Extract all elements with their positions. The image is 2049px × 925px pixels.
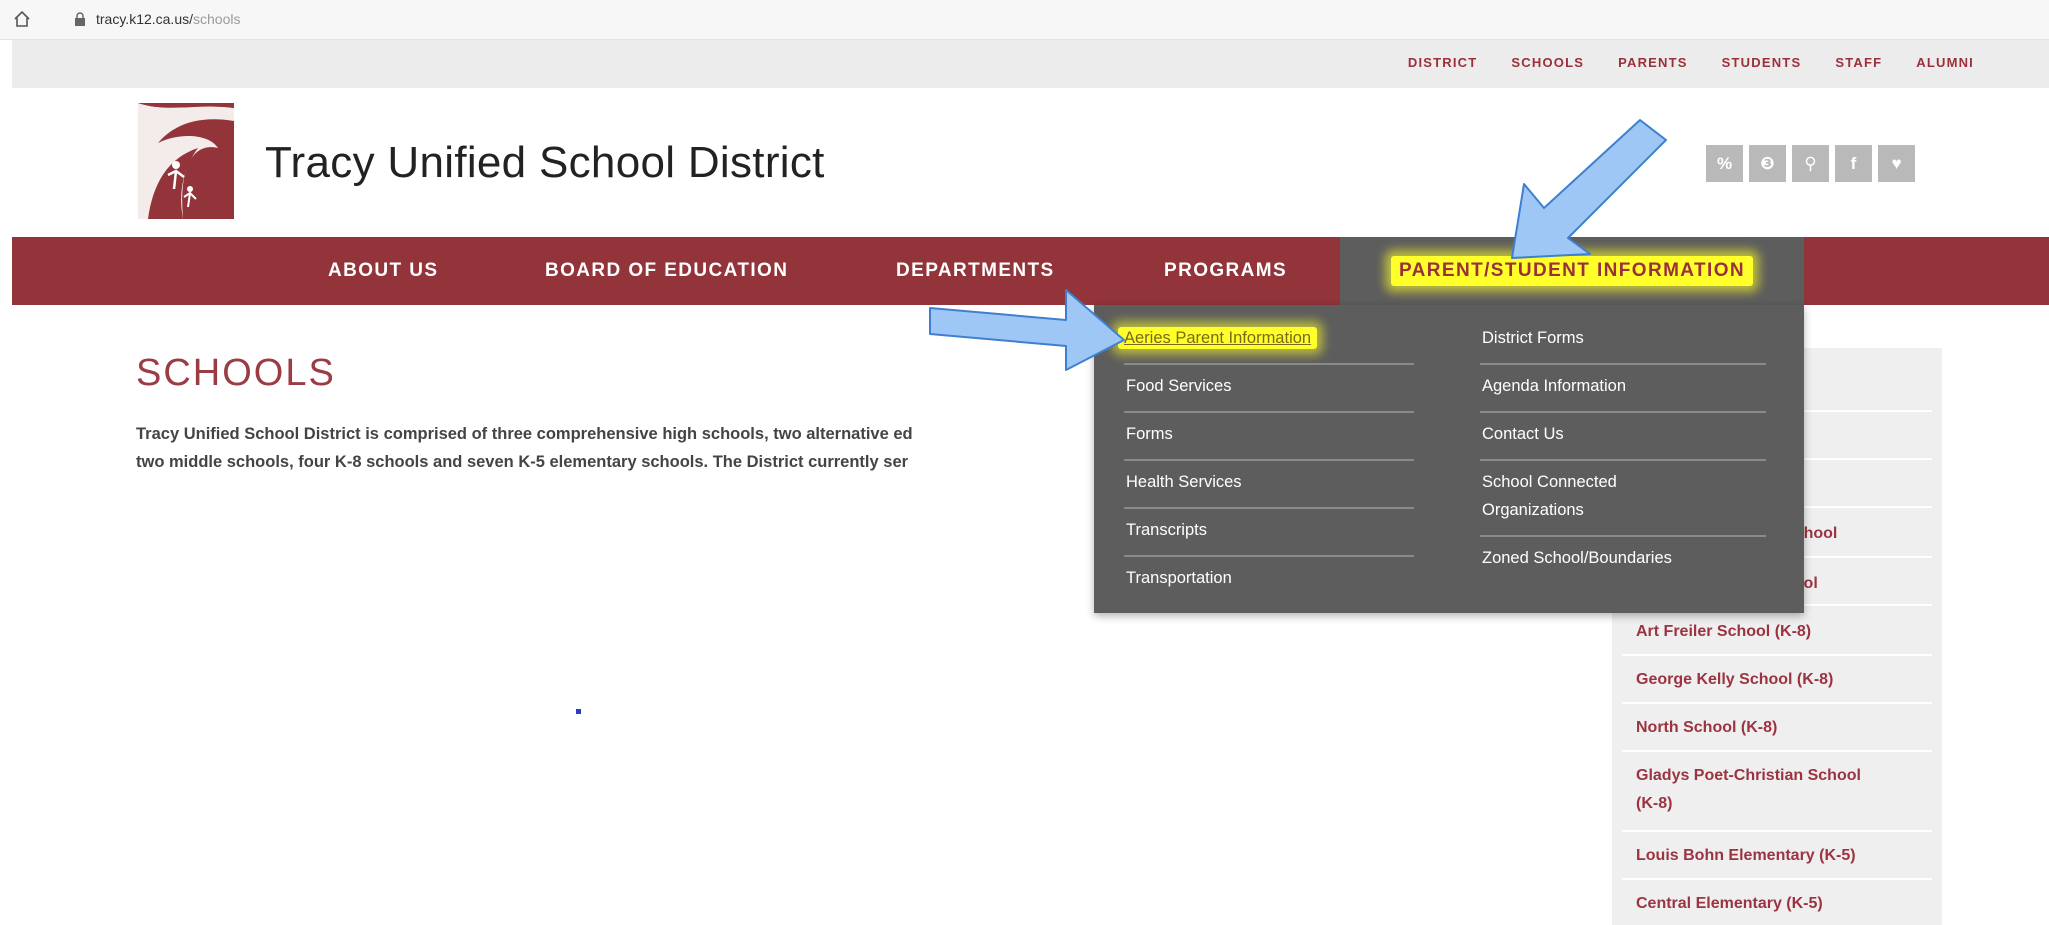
parent-student-dropdown: Aeries Parent Information Food Services … (1094, 305, 1804, 613)
dropdown-divider (1480, 411, 1766, 413)
dropdown-divider (1124, 555, 1414, 557)
url-path: schools (193, 11, 241, 27)
intro-paragraph: Tracy Unified School District is compris… (136, 420, 913, 476)
dropdown-item-health-services[interactable]: Health Services (1126, 473, 1242, 492)
dropdown-item-contact-us[interactable]: Contact Us (1482, 425, 1564, 444)
util-link-staff[interactable]: STAFF (1835, 55, 1882, 70)
sidebar-divider (1622, 702, 1932, 704)
dropdown-item-aeries-label: Aeries Parent Information (1118, 327, 1318, 349)
dropdown-item-zoned-school-boundaries[interactable]: Zoned School/Boundaries (1482, 549, 1672, 568)
nav-about-us[interactable]: ABOUT US (328, 237, 438, 305)
sidebar-divider (1622, 750, 1932, 752)
home-icon[interactable] (12, 9, 32, 29)
url-host: tracy.k12.ca.us/ (96, 11, 194, 27)
link-icon[interactable]: % (1706, 145, 1743, 182)
sidebar-item-gladys-poet-christian[interactable]: Gladys Poet-Christian School (1636, 762, 1861, 789)
sidebar-item-george-kelly[interactable]: George Kelly School (K-8) (1636, 666, 1833, 693)
site-title[interactable]: Tracy Unified School District (265, 138, 825, 188)
sidebar-item-art-freiler[interactable]: Art Freiler School (K-8) (1636, 618, 1811, 645)
facebook-icon[interactable]: f (1835, 145, 1872, 182)
dropdown-item-aeries[interactable]: Aeries Parent Information (1118, 327, 1318, 349)
stray-dot (576, 709, 581, 714)
sidebar-divider (1622, 830, 1932, 832)
util-link-students[interactable]: STUDENTS (1722, 55, 1802, 70)
intro-line-2: two middle schools, four K-8 schools and… (136, 453, 909, 471)
dropdown-divider (1124, 507, 1414, 509)
nav-departments[interactable]: DEPARTMENTS (896, 237, 1055, 305)
dropdown-item-transportation[interactable]: Transportation (1126, 569, 1232, 588)
dropdown-divider (1124, 459, 1414, 461)
dropdown-divider (1480, 363, 1766, 365)
nav-programs[interactable]: PROGRAMS (1164, 237, 1287, 305)
dropdown-item-food-services[interactable]: Food Services (1126, 377, 1231, 396)
url-field[interactable]: tracy.k12.ca.us/schools (96, 11, 240, 27)
utility-bar: DISTRICT SCHOOLS PARENTS STUDENTS STAFF … (12, 40, 2049, 88)
dropdown-item-district-forms[interactable]: District Forms (1482, 329, 1584, 348)
util-link-alumni[interactable]: ALUMNI (1916, 55, 1974, 70)
page-title: SCHOOLS (136, 352, 336, 394)
util-link-schools[interactable]: SCHOOLS (1511, 55, 1584, 70)
dropdown-item-organizations[interactable]: Organizations (1482, 501, 1584, 520)
sidebar-item-gladys-grade[interactable]: (K-8) (1636, 790, 1672, 817)
nav-parent-student-label: PARENT/STUDENT INFORMATION (1390, 256, 1753, 286)
dropdown-item-forms[interactable]: Forms (1126, 425, 1173, 444)
twitter-icon[interactable]: ♥ (1878, 145, 1915, 182)
sidebar-divider (1622, 654, 1932, 656)
dropdown-divider (1480, 535, 1766, 537)
sidebar-item-north-school[interactable]: North School (K-8) (1636, 714, 1777, 741)
district-logo[interactable] (138, 103, 234, 219)
dropdown-item-agenda-information[interactable]: Agenda Information (1482, 377, 1626, 396)
util-link-district[interactable]: DISTRICT (1408, 55, 1478, 70)
nav-board-of-education[interactable]: BOARD OF EDUCATION (545, 237, 788, 305)
lock-icon (75, 12, 85, 26)
dropdown-divider (1124, 411, 1414, 413)
nav-parent-student-information[interactable]: PARENT/STUDENT INFORMATION (1340, 237, 1804, 305)
sidebar-item-central-elementary[interactable]: Central Elementary (K-5) (1636, 890, 1823, 917)
utility-nav: DISTRICT SCHOOLS PARENTS STUDENTS STAFF … (1374, 55, 1974, 70)
sidebar-item-louis-bohn[interactable]: Louis Bohn Elementary (K-5) (1636, 842, 1856, 869)
search-icon[interactable]: ⚲ (1792, 145, 1829, 182)
dropdown-divider (1480, 459, 1766, 461)
main-nav: ABOUT US BOARD OF EDUCATION DEPARTMENTS … (12, 237, 2049, 305)
browser-address-bar: tracy.k12.ca.us/schools (0, 0, 2049, 40)
intro-line-1: Tracy Unified School District is compris… (136, 425, 913, 443)
sidebar-divider (1622, 878, 1932, 880)
dropdown-item-school-connected[interactable]: School Connected (1482, 473, 1617, 492)
social-icon-group: % ❸ ⚲ f ♥ (1706, 145, 1915, 182)
dropdown-divider (1124, 363, 1414, 365)
globe-icon[interactable]: ❸ (1749, 145, 1786, 182)
dropdown-item-transcripts[interactable]: Transcripts (1126, 521, 1207, 540)
util-link-parents[interactable]: PARENTS (1618, 55, 1688, 70)
